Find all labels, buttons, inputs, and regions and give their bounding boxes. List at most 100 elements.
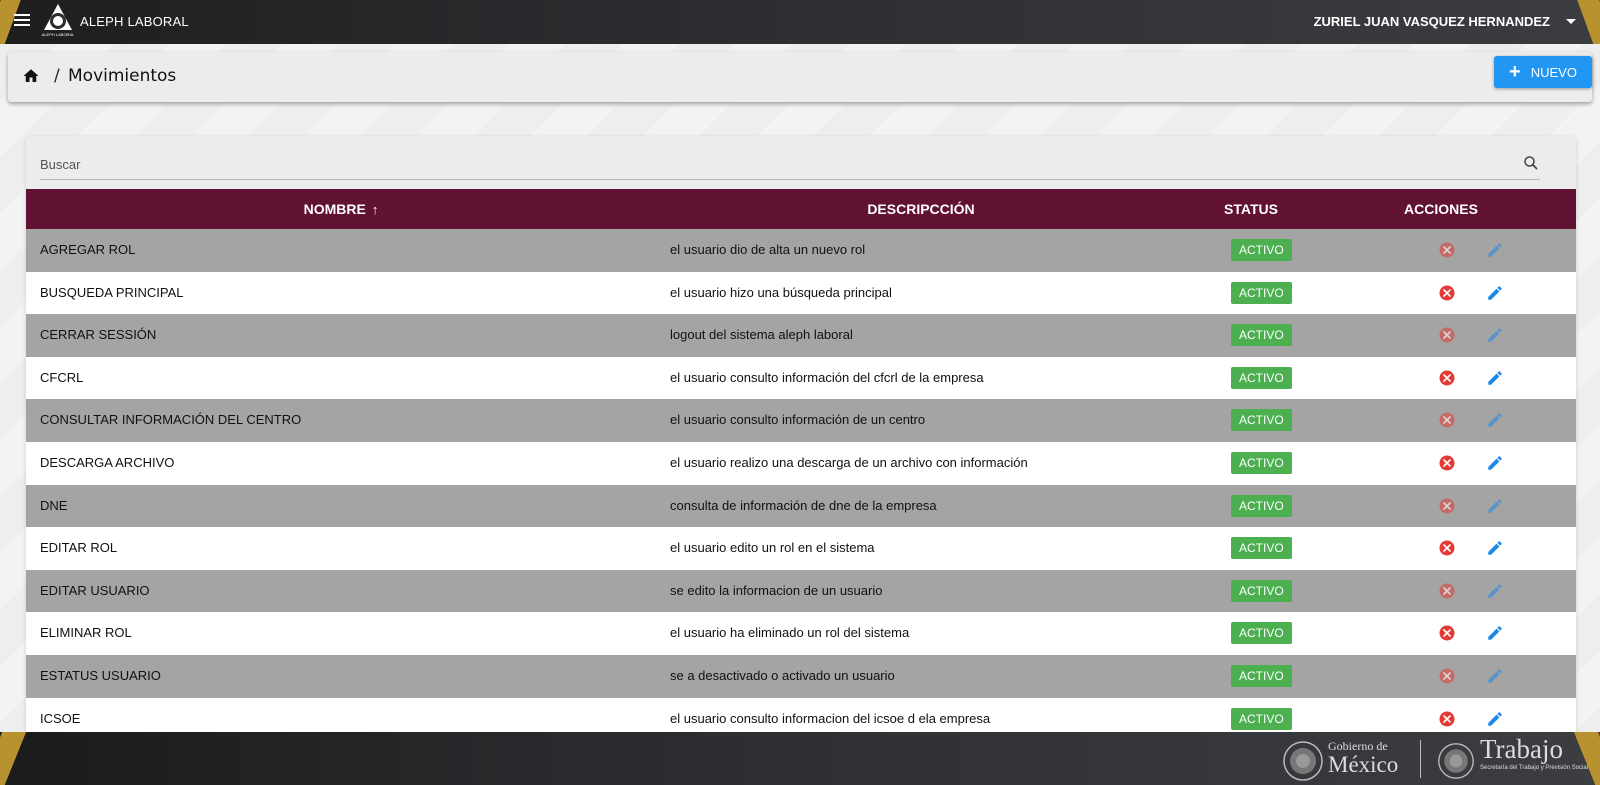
- cell-nombre: ESTATUS USUARIO: [40, 667, 161, 683]
- status-badge: ACTIVO: [1231, 409, 1292, 432]
- table-row: CONSULTAR INFORMACIÓN DEL CENTRO el usuar…: [26, 399, 1576, 442]
- table-row: EDITAR USUARIO se edito la informacion de…: [26, 569, 1576, 613]
- cell-descripcion: el usuario edito un rol en el sistema: [670, 540, 875, 556]
- search-bar: [40, 150, 1540, 180]
- cell-descripcion: se a desactivado o activado un usuario: [670, 667, 895, 683]
- cancel-circle-icon[interactable]: [1438, 582, 1456, 600]
- cell-descripcion: se edito la informacion de un usuario: [670, 582, 883, 598]
- trabajo-seal-icon: [1438, 743, 1474, 779]
- trabajo-logo: Trabajo Secretaría del Trabajo y Previsi…: [1480, 734, 1589, 772]
- cell-descripcion: el usuario dio de alta un nuevo rol: [670, 242, 866, 257]
- table-row: CERRAR SESSIÓN logout del sistema aleph l…: [26, 314, 1576, 357]
- caret-down-icon: [1566, 19, 1576, 24]
- cancel-circle-icon[interactable]: [1438, 539, 1456, 557]
- cell-descripcion: consulta de información de dne de la emp…: [670, 497, 937, 513]
- cell-descripcion: el usuario hizo una búsqueda principal: [670, 284, 892, 300]
- table-row: BUSQUEDA PRINCIPAL el usuario hizo una bú…: [26, 271, 1576, 315]
- new-button[interactable]: + NUEVO: [1494, 56, 1592, 88]
- cancel-circle-icon[interactable]: [1438, 667, 1456, 685]
- cancel-circle-icon[interactable]: [1438, 497, 1456, 515]
- plus-icon: +: [1509, 61, 1521, 83]
- status-badge: ACTIVO: [1231, 281, 1292, 304]
- user-menu[interactable]: ZURIEL JUAN VASQUEZ HERNANDEZ: [1314, 14, 1576, 29]
- gobierno-line1: Gobierno de: [1328, 739, 1388, 753]
- column-header-descripcion: DESCRIPCCIÓN: [867, 201, 975, 217]
- cell-nombre: BUSQUEDA PRINCIPAL: [40, 284, 184, 300]
- pencil-icon[interactable]: [1486, 369, 1504, 387]
- pencil-icon[interactable]: [1486, 667, 1504, 685]
- pencil-icon[interactable]: [1486, 241, 1504, 259]
- menu-icon[interactable]: [14, 12, 34, 30]
- table-header: NOMBRE ↑ DESCRIPCCIÓN STATUS ACCIONES: [26, 189, 1576, 229]
- pencil-icon[interactable]: [1486, 411, 1504, 429]
- app-title[interactable]: ALEPH LABORAL: [80, 14, 189, 29]
- cell-descripcion: logout del sistema aleph laboral: [670, 327, 853, 343]
- gobierno-line2: México: [1328, 752, 1399, 777]
- cancel-circle-icon[interactable]: [1438, 241, 1456, 259]
- table-row: DESCARGA ARCHIVO el usuario realizo una d…: [26, 441, 1576, 485]
- cell-nombre: DESCARGA ARCHIVO: [40, 454, 175, 470]
- cell-nombre: DNE: [40, 497, 68, 513]
- search-icon[interactable]: [1522, 154, 1540, 172]
- cell-descripcion: el usuario consulto información del cfcr…: [670, 369, 984, 385]
- cancel-circle-icon[interactable]: [1438, 454, 1456, 472]
- cancel-circle-icon[interactable]: [1438, 284, 1456, 302]
- pencil-icon[interactable]: [1486, 582, 1504, 600]
- cancel-circle-icon[interactable]: [1438, 624, 1456, 642]
- status-badge: ACTIVO: [1231, 622, 1292, 645]
- table-body: AGREGAR ROL el usuario dio de alta un nue…: [26, 229, 1576, 741]
- table-row: AGREGAR ROL el usuario dio de alta un nue…: [26, 229, 1576, 272]
- cell-nombre: EDITAR ROL: [40, 540, 118, 556]
- status-badge: ACTIVO: [1231, 664, 1292, 687]
- table-row: EDITAR ROL el usuario edito un rol en el …: [26, 527, 1576, 570]
- cell-descripcion: el usuario ha eliminado un rol del siste…: [670, 625, 910, 641]
- cancel-circle-icon[interactable]: [1438, 411, 1456, 429]
- aleph-logo[interactable]: ALEPH LABORAL: [38, 2, 78, 38]
- home-icon[interactable]: [22, 67, 40, 85]
- table-row: DNE consulta de información de dne de la …: [26, 484, 1576, 528]
- user-name: ZURIEL JUAN VASQUEZ HERNANDEZ: [1313, 14, 1550, 29]
- pencil-icon[interactable]: [1486, 497, 1504, 515]
- cancel-circle-icon[interactable]: [1438, 710, 1456, 728]
- cell-nombre: AGREGAR ROL: [40, 242, 136, 257]
- gobierno-de-mexico-logo: Gobierno de México: [1328, 740, 1398, 776]
- cell-nombre: CONSULTAR INFORMACIÓN DEL CENTRO: [40, 412, 302, 428]
- status-badge: ACTIVO: [1231, 579, 1292, 602]
- trabajo-line2: Secretaría del Trabajo y Previsión Socia…: [1480, 765, 1589, 771]
- cell-descripcion: el usuario consulto información de un ce…: [670, 412, 926, 428]
- gold-accent-right: [1575, 0, 1600, 44]
- pencil-icon[interactable]: [1486, 454, 1504, 472]
- column-header-acciones: ACCIONES: [1404, 201, 1478, 217]
- status-badge: ACTIVO: [1231, 707, 1292, 730]
- gold-accent-left: [0, 732, 31, 785]
- cancel-circle-icon[interactable]: [1438, 369, 1456, 387]
- search-input[interactable]: [40, 150, 1500, 178]
- status-badge: ACTIVO: [1231, 537, 1292, 560]
- pencil-icon[interactable]: [1486, 539, 1504, 557]
- status-badge: ACTIVO: [1231, 239, 1292, 261]
- cancel-circle-icon[interactable]: [1438, 326, 1456, 344]
- trabajo-line1: Trabajo: [1480, 734, 1564, 764]
- footer-divider: [1420, 740, 1421, 778]
- column-header-status: STATUS: [1224, 201, 1278, 217]
- movements-card: NOMBRE ↑ DESCRIPCCIÓN STATUS ACCIONES AGR…: [26, 136, 1576, 741]
- footer: Gobierno de México Trabajo Secretaría de…: [0, 732, 1600, 785]
- pencil-icon[interactable]: [1486, 326, 1504, 344]
- logo-caption: ALEPH LABORAL: [42, 32, 75, 37]
- pencil-icon[interactable]: [1486, 624, 1504, 642]
- cell-descripcion: el usuario realizo una descarga de un ar…: [670, 454, 1028, 470]
- status-badge: ACTIVO: [1231, 451, 1292, 474]
- status-badge: ACTIVO: [1231, 366, 1292, 389]
- pencil-icon[interactable]: [1486, 710, 1504, 728]
- cell-nombre: EDITAR USUARIO: [40, 582, 150, 598]
- breadcrumb: / Movimientos + NUEVO: [8, 52, 1592, 102]
- table-row: ELIMINAR ROL el usuario ha eliminado un r…: [26, 612, 1576, 655]
- top-navbar: ALEPH LABORAL ALEPH LABORAL ZURIEL JUAN …: [0, 0, 1600, 44]
- table-row: CFCRL el usuario consulto información del…: [26, 356, 1576, 400]
- cell-nombre: CERRAR SESSIÓN: [40, 327, 157, 343]
- column-header-nombre[interactable]: NOMBRE ↑: [26, 189, 656, 229]
- status-badge: ACTIVO: [1231, 494, 1292, 517]
- pencil-icon[interactable]: [1486, 284, 1504, 302]
- cell-nombre: CFCRL: [40, 369, 84, 385]
- cell-nombre: ELIMINAR ROL: [40, 625, 132, 641]
